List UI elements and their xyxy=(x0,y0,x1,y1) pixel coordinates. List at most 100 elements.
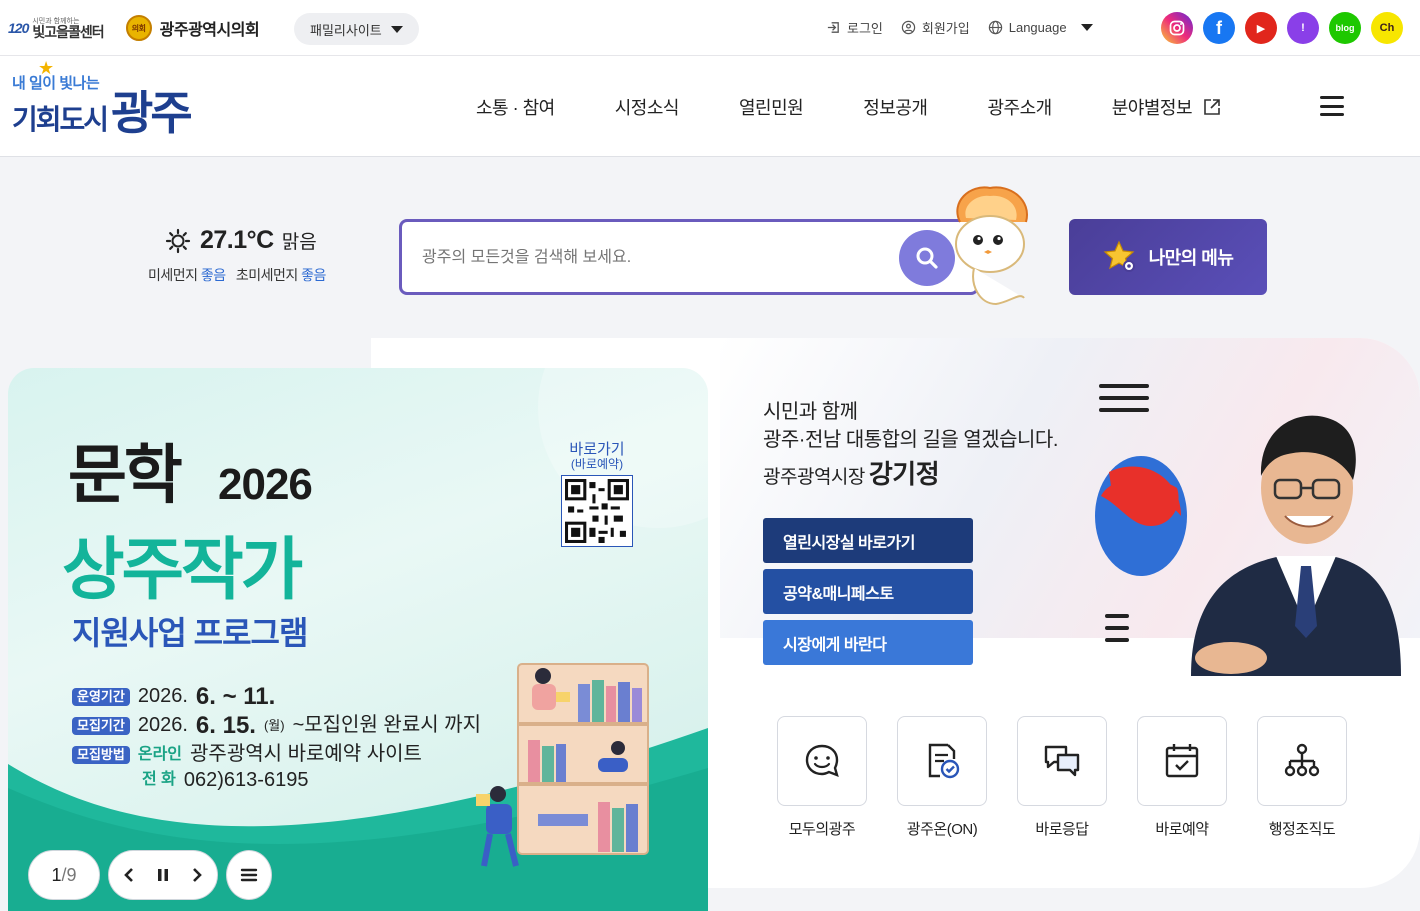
quick-link-label: 행정조직도 xyxy=(1268,821,1336,838)
slogan-gwangju: 광주 xyxy=(111,87,193,139)
temperature: 27.1°C xyxy=(200,226,274,254)
kakao-channel-icon[interactable]: Ch xyxy=(1371,12,1403,44)
online-keyword: 온라인 xyxy=(137,746,183,763)
banner-run-period: 운영기간 2026. 6. ~ 11. xyxy=(72,682,481,711)
banner-recruit-period: 모집기간 2026. 6. 15. (월) ~모집인원 완료시 까지 xyxy=(72,711,481,740)
banner-title-resident-writer: 상주작가 xyxy=(62,532,303,608)
utility-bar: 120 시민과 함께하는 빛고을콜센터 의회 광주광역시의회 패밀리사이트 로그… xyxy=(0,0,1420,56)
instagram-icon[interactable] xyxy=(1161,12,1193,44)
mayor-photo xyxy=(1095,384,1401,676)
family-site-dropdown[interactable]: 패밀리사이트 xyxy=(294,13,419,45)
quick-link-reservation[interactable]: 바로예약 xyxy=(1137,716,1227,839)
call-center-text: 시민과 함께하는 빛고을콜센터 xyxy=(32,18,104,40)
quick-link-gwangju-on[interactable]: 광주온(ON) xyxy=(897,716,987,839)
utility-links: 로그인 회원가입 Language xyxy=(826,18,1093,37)
calendar-check-icon xyxy=(1165,744,1199,778)
quick-link-box xyxy=(897,716,987,806)
call-center-name: 빛고을콜센터 xyxy=(32,23,104,40)
chevron-down-icon xyxy=(391,25,403,33)
fine-dust-label: 초미세먼지 xyxy=(235,267,298,283)
quick-link-everyones-gwangju[interactable]: 모두의광주 xyxy=(777,716,867,839)
search-input[interactable] xyxy=(422,244,882,272)
menu-communication[interactable]: 소통 · 참여 xyxy=(476,94,555,120)
run-period-tag: 운영기간 xyxy=(72,687,130,706)
recruit-suffix: ~모집인원 완료시 까지 xyxy=(292,714,481,736)
family-site-label: 패밀리사이트 xyxy=(310,22,382,38)
language-dropdown[interactable]: Language xyxy=(988,20,1093,35)
menu-info-disclosure[interactable]: 정보공개 xyxy=(863,94,928,120)
phone-text: 062)613-6195 xyxy=(183,769,309,791)
banner-method-phone: 전 화 062)613-6195 xyxy=(72,769,481,791)
council-name: 광주광역시의회 xyxy=(159,22,260,39)
quick-link-label: 바로예약 xyxy=(1155,821,1209,838)
manifesto-button[interactable]: 공약&매니페스토 xyxy=(763,569,973,614)
my-menu-button[interactable]: 나만의 메뉴 xyxy=(1069,219,1267,295)
hamburger-menu-icon[interactable] xyxy=(1320,96,1344,116)
slogan-opportunity: 기회도시 xyxy=(12,104,109,135)
banner-year: 2026 xyxy=(218,460,313,509)
sns-links: f ▶! blog Ch xyxy=(1161,12,1403,44)
city-logo[interactable]: ★ 내 일이 빛나는 기회도시 광주 xyxy=(12,58,193,139)
login-link[interactable]: 로그인 xyxy=(826,18,883,37)
star-gear-icon xyxy=(1103,240,1135,272)
slogan-top-wrap: ★ 내 일이 빛나는 xyxy=(12,58,190,93)
recruit-year: 2026. xyxy=(137,714,188,736)
login-label: 로그인 xyxy=(847,21,883,36)
recruit-date: 6. 15. xyxy=(195,712,256,739)
banner-list-button[interactable] xyxy=(226,850,272,900)
speech-smile-icon xyxy=(805,744,839,777)
city-council-link[interactable]: 의회 광주광역시의회 xyxy=(125,15,260,41)
banner-title-program: 지원사업 프로그램 xyxy=(72,615,308,651)
online-text: 광주광역시 바로예약 사이트 xyxy=(190,743,422,765)
mayor-signature: 광주광역시장 강기정 xyxy=(763,460,1058,492)
call-center-number: 120 xyxy=(8,20,29,36)
qr-label: 바로가기 xyxy=(569,441,625,458)
chevron-left-icon[interactable] xyxy=(122,867,136,883)
main-navigation: ★ 내 일이 빛나는 기회도시 광주 소통 · 참여 시정소식 열린민원 정보공… xyxy=(0,56,1420,157)
banner-pagination: 1/9 xyxy=(28,850,100,900)
signup-link[interactable]: 회원가입 xyxy=(901,18,970,37)
menu-about-gwangju[interactable]: 광주소개 xyxy=(988,94,1053,120)
pause-icon[interactable] xyxy=(156,868,170,882)
utility-left: 120 시민과 함께하는 빛고을콜센터 의회 광주광역시의회 xyxy=(8,10,260,46)
quick-link-quick-response[interactable]: 바로응답 xyxy=(1017,716,1107,839)
blog-icon[interactable]: blog xyxy=(1329,12,1361,44)
chevron-right-icon[interactable] xyxy=(190,867,204,883)
weather-widget: 27.1°C 맑음 미세먼지 좋음 초미세먼지 좋음 xyxy=(148,226,326,285)
quick-link-box xyxy=(1257,716,1347,806)
menu-city-news[interactable]: 시정소식 xyxy=(615,94,680,120)
document-check-icon xyxy=(928,743,960,779)
search-icon xyxy=(916,247,938,269)
mayor-message: 시민과 함께 광주·전남 대통합의 길을 열겠습니다. 광주광역시장 강기정 xyxy=(763,398,1058,492)
main-banner-slide[interactable]: 문학 2026 상주작가 지원사업 프로그램 바로가기 (바로예약) 운영기간 … xyxy=(8,368,708,911)
quick-link-box xyxy=(1017,716,1107,806)
quick-link-box xyxy=(777,716,867,806)
run-period-months: 6. ~ 11. xyxy=(195,683,276,710)
menu-open-civil[interactable]: 열린민원 xyxy=(739,94,804,120)
post-icon[interactable]: ! xyxy=(1287,12,1319,44)
run-period-year: 2026. xyxy=(137,685,188,707)
facebook-icon[interactable]: f xyxy=(1203,12,1235,44)
call-center-logo[interactable]: 120 시민과 함께하는 빛고을콜센터 xyxy=(8,10,105,46)
youtube-icon[interactable]: ▶ xyxy=(1245,12,1277,44)
my-menu-label: 나만의 메뉴 xyxy=(1148,248,1234,268)
login-icon xyxy=(827,22,839,33)
qr-code-icon xyxy=(561,475,633,547)
menu-field-info[interactable]: 분야별정보 xyxy=(1112,94,1222,120)
recruit-day: (월) xyxy=(263,718,285,733)
weather-condition: 맑음 xyxy=(281,232,317,253)
mascot-character xyxy=(955,186,1028,306)
quick-link-org-chart[interactable]: 행정조직도 xyxy=(1257,716,1347,839)
signup-label: 회원가입 xyxy=(921,21,970,36)
phone-keyword: 전 화 xyxy=(142,771,176,788)
weather-temp-row: 27.1°C 맑음 xyxy=(164,226,326,255)
chevron-down-icon xyxy=(1080,24,1093,31)
banner-method-online: 모집방법 온라인 광주광역시 바로예약 사이트 xyxy=(72,740,481,769)
banner-title-literature: 문학 xyxy=(68,439,183,511)
mayor-buttons: 열린시장실 바로가기 공약&매니페스토 시장에게 바란다 xyxy=(763,518,973,665)
mayor-title: 광주광역시장 xyxy=(763,467,865,488)
dust-row: 미세먼지 좋음 초미세먼지 좋음 xyxy=(148,265,326,285)
banner-controls: 1/9 xyxy=(28,850,272,900)
open-mayor-office-button[interactable]: 열린시장실 바로가기 xyxy=(763,518,973,563)
suggestion-to-mayor-button[interactable]: 시장에게 바란다 xyxy=(763,620,973,665)
